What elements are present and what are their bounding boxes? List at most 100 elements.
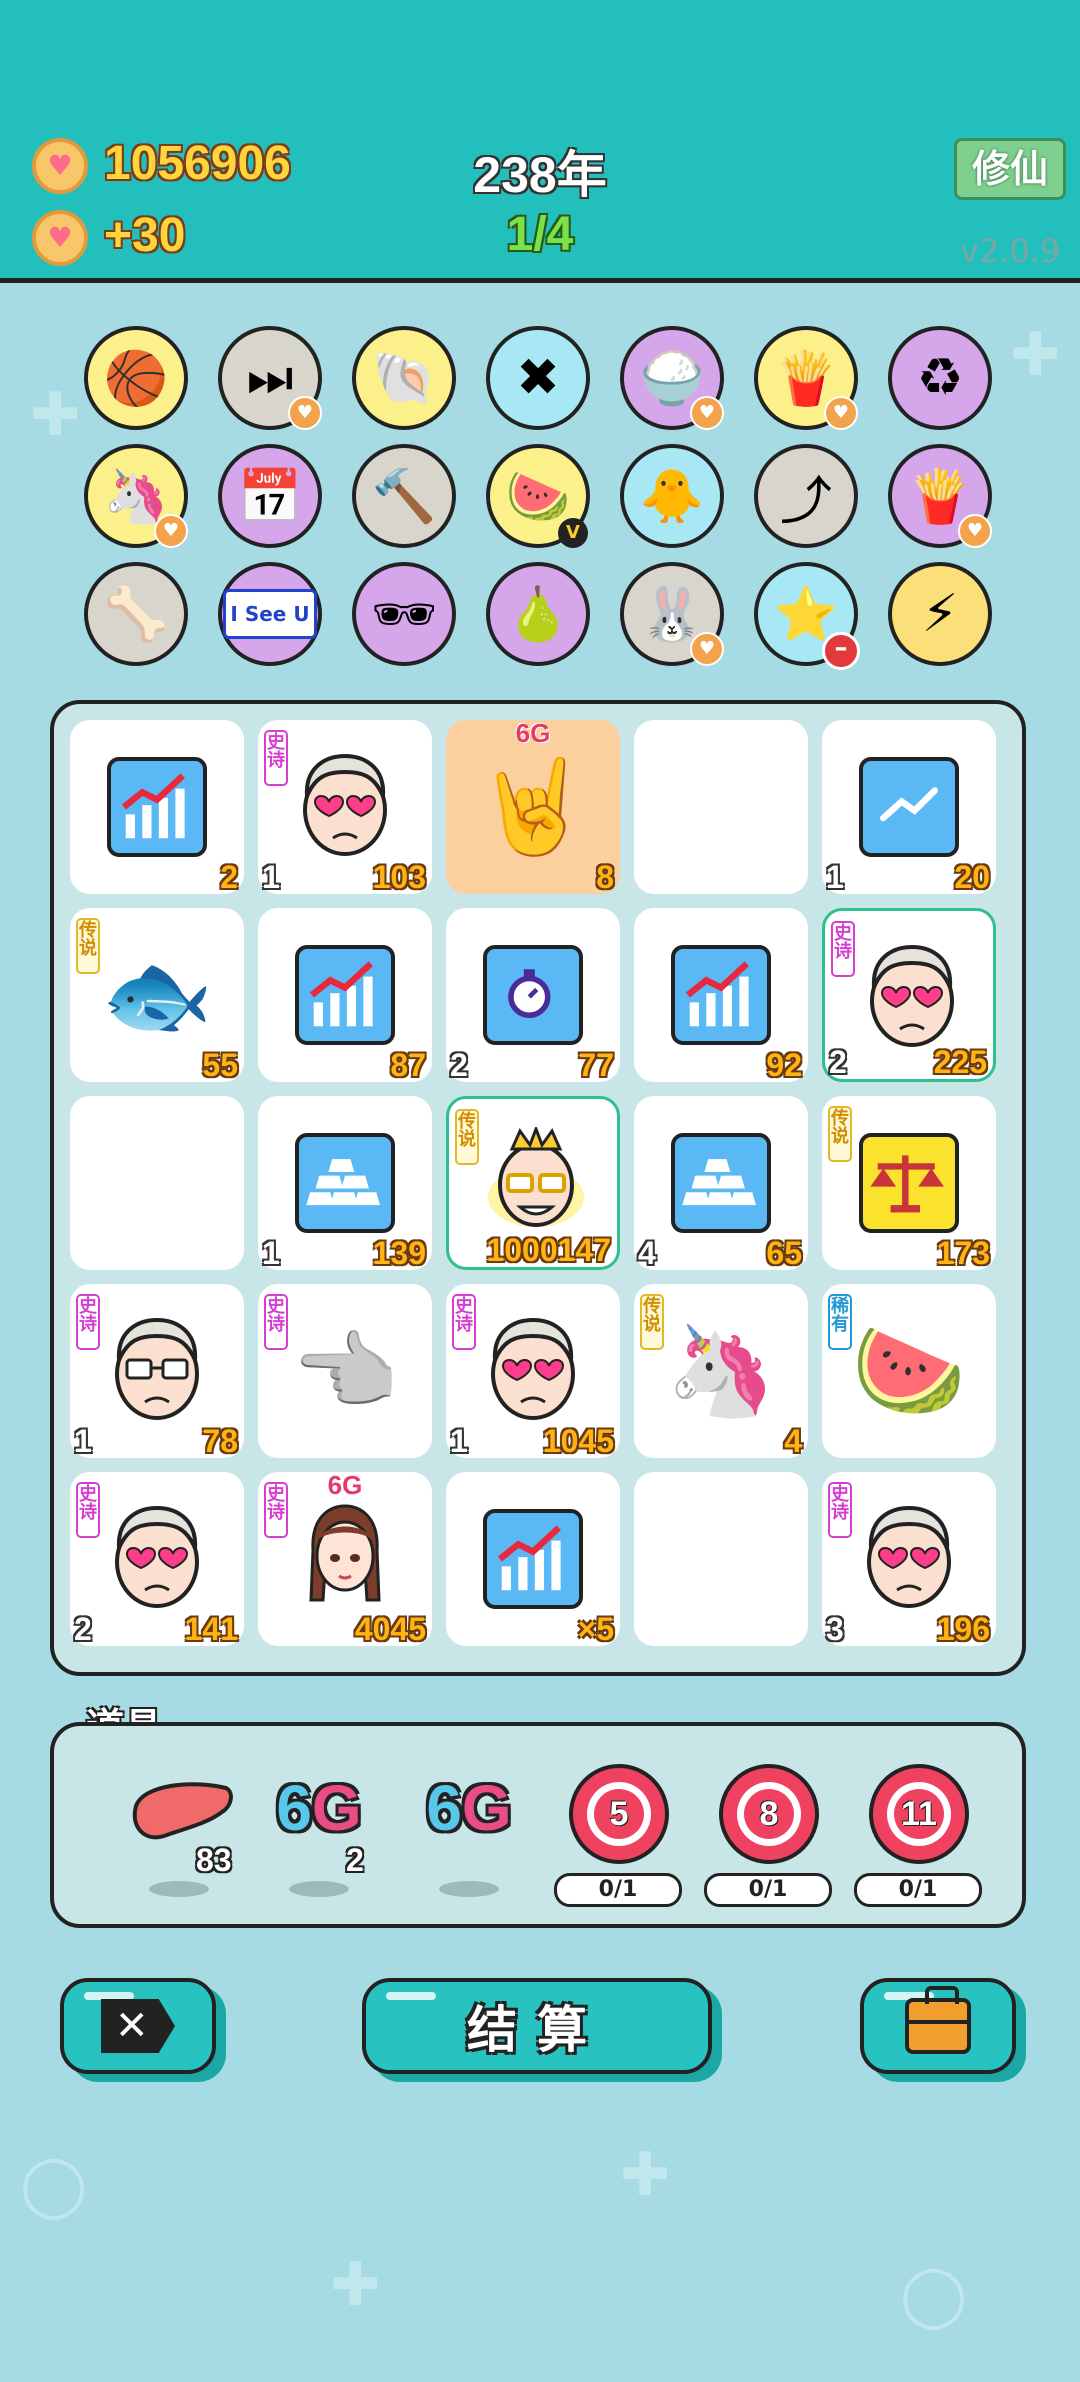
star-plant-icon[interactable]: ⭐ – [754,562,860,670]
cell-value: 196 [936,1611,990,1647]
empty-slot[interactable] [70,1096,244,1270]
target-progress: 0/1 [554,1873,682,1907]
liver-prop[interactable]: 83 [114,1736,244,1906]
rarity-tag-epic: 史诗 [76,1482,100,1538]
liver-count: 83 [196,1842,232,1878]
board-cell[interactable]: 🦄 传说 4 [634,1284,808,1459]
bag-button[interactable] [860,1978,1016,2074]
remove-badge-icon[interactable]: – [822,632,860,670]
eyepatch-icon[interactable]: 🕶 [352,562,456,666]
bg-deco: ✚ [330,2250,381,2320]
cell-count: 2 [450,1047,468,1083]
game-board: 2 史诗 1 103 🤘 6G 8 1 20 🐟 传说 55 87 2 77 92 史诗 2 225 1 139 传说 10… [50,700,1026,1676]
target-prop[interactable]: 8 0/1 [704,1736,834,1907]
lightning-icon[interactable]: ⚡ [888,562,992,666]
fruit-basket-icon-glyph: 🍉 [505,466,571,527]
i-see-u-sign-icon[interactable]: I See U [218,562,322,666]
board-cell[interactable]: 👈 史诗 [258,1284,432,1458]
target-icon: 8 [719,1764,819,1864]
dog-bowl-icon-glyph: 🦴 [103,584,169,645]
board-cell[interactable]: 2 [70,720,244,895]
board-cell[interactable]: 🤘 6G 8 [446,718,620,895]
growth-chart-icon [70,720,244,894]
gold-income: +30 [104,209,186,262]
basketballs-icon[interactable]: 🏀 [84,326,188,430]
board-cell[interactable]: 史诗 3 196 [822,1472,996,1647]
board-cell[interactable]: 4 65 [634,1096,808,1271]
cell-value: 103 [372,859,426,895]
board-cell[interactable]: 2 77 [446,908,620,1083]
up-arrow-card-icon[interactable]: ⤴ [754,444,858,548]
6g-prop[interactable]: 6G 2 [254,1736,384,1906]
cultivate-button[interactable]: 修仙 [954,138,1066,200]
rarity-tag-epic: 史诗 [831,921,855,977]
skip-icon-glyph: ⏭ [246,347,294,408]
fries-icon-2[interactable]: 🍟 ♥ [888,444,992,548]
coin-icon: ♥ [32,138,88,194]
cell-value: 1000147 [486,1232,611,1268]
board-cell[interactable]: 史诗 1 78 [70,1284,244,1459]
prop-shadow [439,1881,499,1897]
fries-icon[interactable]: 🍟 ♥ [754,326,858,430]
board-cell[interactable]: 史诗 6G 4045 [258,1470,432,1647]
cell-count: 2 [829,1044,847,1080]
dog-bowl-icon[interactable]: 🦴 [84,562,188,666]
hammer-icon[interactable]: 🔨 [352,444,456,548]
coin-icon: ♥ [32,210,88,266]
settle-button[interactable]: 结算 [362,1978,712,2074]
recycle-icon[interactable]: ♻ [888,326,992,430]
board-cell[interactable]: 史诗 2 141 [70,1472,244,1647]
cell-value: 77 [578,1047,614,1083]
hammer-icon-glyph: 🔨 [371,466,437,527]
cell-value: 87 [390,1047,426,1083]
pear-grapefruit-icon[interactable]: 🍐 [486,562,590,666]
fruit-basket-icon[interactable]: 🍉 V [486,444,590,548]
rarity-tag-epic: 史诗 [828,1482,852,1538]
board-cell[interactable]: 92 [634,908,808,1083]
board-cell[interactable]: 🐟 传说 55 [70,908,244,1083]
cell-value: 65 [766,1235,802,1271]
button-shine [386,1992,436,2000]
calendar-icon[interactable]: 📅 [218,444,322,548]
board-cell[interactable]: 1 20 [822,720,996,895]
rarity-tag-legend: 传说 [828,1106,852,1162]
board-cell[interactable]: 史诗 2 225 [822,908,996,1082]
board-cell[interactable]: 1 139 [258,1096,432,1271]
heart-badge-icon: ♥ [958,514,992,548]
board-cell[interactable]: 传说 173 [822,1096,996,1271]
crossed-sticks-icon-glyph: ✖ [516,348,560,408]
board-cell[interactable]: 传说 1000147 [446,1096,620,1270]
cell-value: 141 [184,1611,238,1647]
round-progress: 1/4 [506,208,574,261]
seashell-icon-glyph: 🐚 [371,348,437,409]
cell-count: 4 [638,1235,656,1271]
bg-deco: ◯ [20,2150,88,2220]
unicorn-icon[interactable]: 🦄 ♥ [84,444,188,548]
board-cell[interactable]: ×5 [446,1472,620,1647]
empty-slot[interactable] [634,1472,808,1646]
board-cell[interactable]: 史诗 1 103 [258,720,432,895]
board-cell[interactable]: 87 [258,908,432,1083]
bg-deco: ◯ [900,2260,968,2330]
crossed-sticks-icon[interactable]: ✖ [486,326,590,430]
6g-icon: 6G [276,1772,362,1844]
briefcase-icon [905,1986,971,2054]
rarity-tag-epic: 史诗 [76,1294,100,1350]
rice-bowl-icon[interactable]: 🍚 ♥ [620,326,724,430]
board-cell[interactable]: 🍉 稀有 [822,1284,996,1458]
skip-icon[interactable]: ⏭ ♥ [218,326,322,430]
empty-slot[interactable] [634,720,808,894]
remove-button[interactable]: ✕ [60,1978,216,2074]
seashell-icon[interactable]: 🐚 [352,326,456,430]
bg-deco: ✚ [30,380,81,450]
board-cell[interactable]: 史诗 1 1045 [446,1284,620,1459]
target-prop[interactable]: 5 0/1 [554,1736,684,1907]
heart-badge-icon: ♥ [824,396,858,430]
6g-prop-2[interactable]: 6G [404,1736,534,1906]
delete-icon: ✕ [101,1999,175,2053]
top-bar: ♥ 1056906 ♥ +30 238年 1/4 修仙 v2.0.9 [0,0,1080,283]
rabbit-icon[interactable]: 🐰 ♥ [620,562,724,666]
heart-badge-icon: ♥ [288,396,322,430]
target-prop[interactable]: 11 0/1 [854,1736,984,1907]
chick-egg-icon[interactable]: 🐥 [620,444,724,548]
